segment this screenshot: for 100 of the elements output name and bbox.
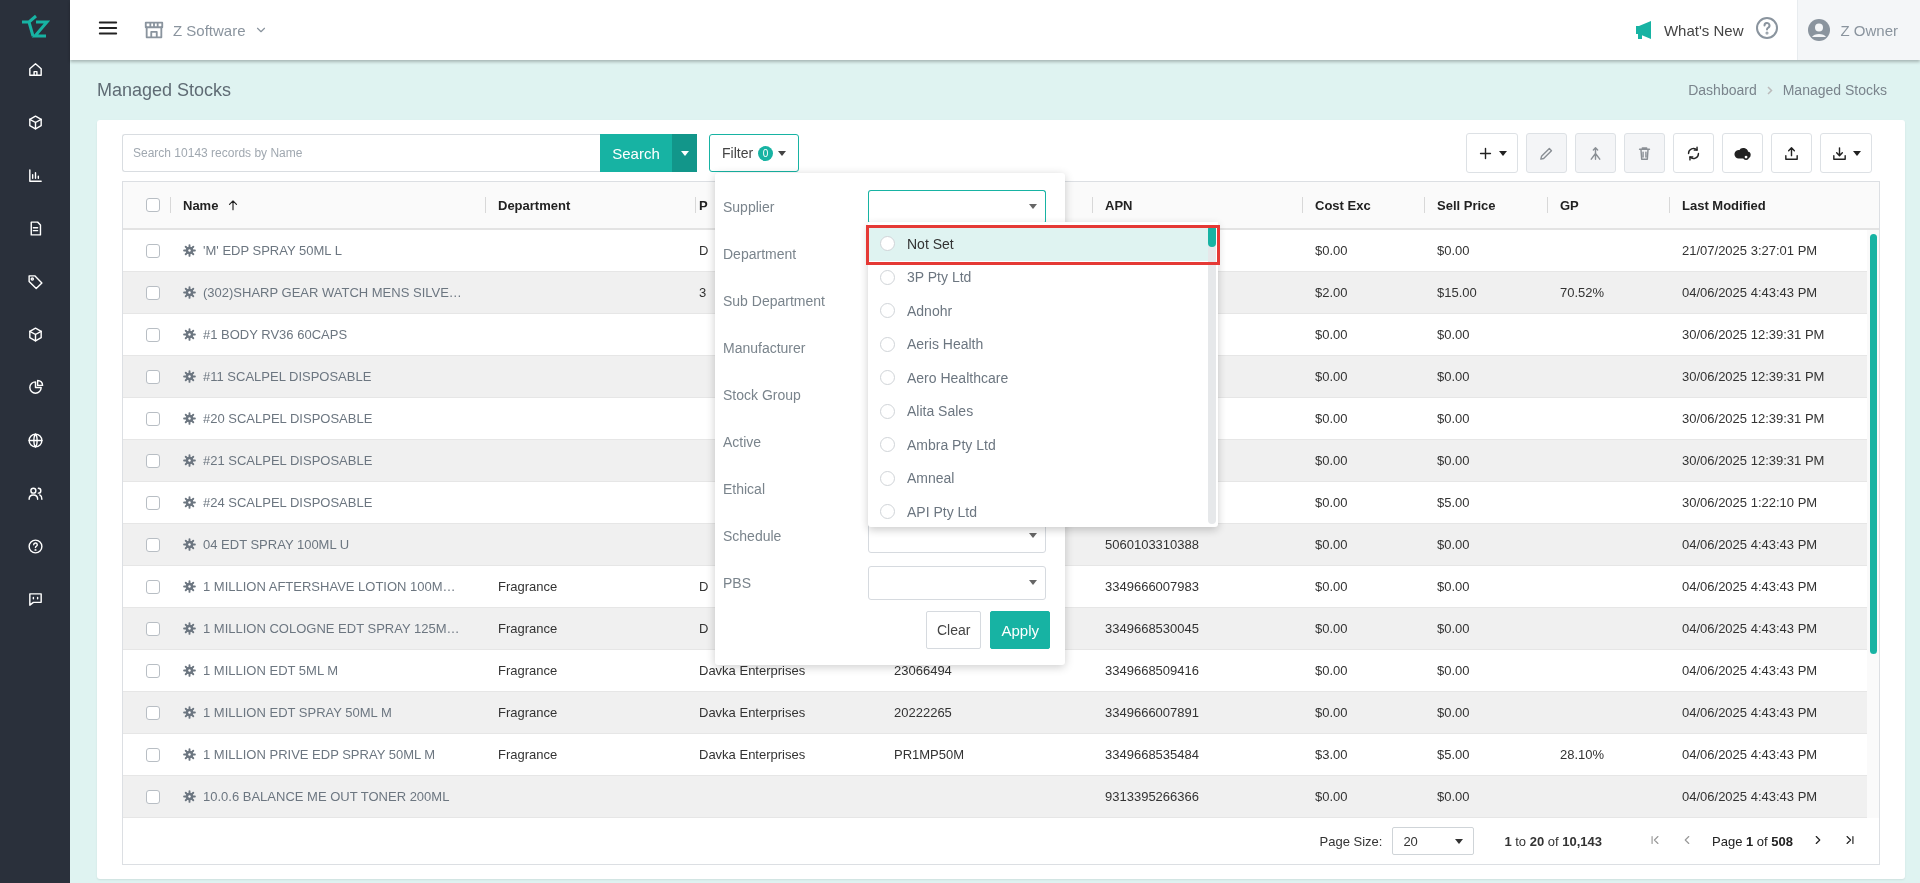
users-icon[interactable] bbox=[26, 485, 44, 502]
row-checkbox[interactable] bbox=[146, 789, 160, 804]
home-icon[interactable] bbox=[26, 61, 44, 78]
column-header[interactable]: P bbox=[699, 197, 708, 213]
product-name[interactable]: 1 MILLION PRIVE EDP SPRAY 50ML M bbox=[203, 747, 436, 762]
row-checkbox[interactable] bbox=[146, 621, 160, 636]
product-name[interactable]: #1 BODY RV36 60CAPS bbox=[203, 327, 348, 342]
plus-button[interactable] bbox=[1466, 133, 1518, 173]
row-checkbox[interactable] bbox=[146, 579, 160, 594]
gear-icon[interactable] bbox=[183, 622, 196, 635]
product-name[interactable]: 10.0.6 BALANCE ME OUT TONER 200ML bbox=[203, 789, 450, 804]
workspace-selector[interactable]: Z Software bbox=[173, 21, 246, 39]
radio-button[interactable] bbox=[880, 336, 895, 352]
dropdown-option[interactable]: Alita Sales bbox=[868, 394, 1208, 428]
radio-button[interactable] bbox=[880, 370, 895, 386]
user-menu[interactable]: Z Owner bbox=[1797, 0, 1920, 60]
bar-chart-icon[interactable] bbox=[26, 167, 44, 184]
column-header[interactable]: Department bbox=[498, 197, 571, 213]
page-size-select[interactable]: 20 bbox=[1392, 827, 1475, 855]
gear-icon[interactable] bbox=[183, 370, 196, 383]
pie-chart-icon[interactable] bbox=[26, 379, 44, 396]
whats-new-link[interactable]: What's New bbox=[1663, 21, 1744, 39]
gear-icon[interactable] bbox=[183, 286, 196, 299]
dropdown-option[interactable]: API Pty Ltd bbox=[868, 495, 1208, 529]
gear-icon[interactable] bbox=[183, 580, 196, 593]
table-cell: $15.00 bbox=[1437, 285, 1477, 300]
gear-icon[interactable] bbox=[183, 244, 196, 257]
gear-icon[interactable] bbox=[183, 454, 196, 467]
product-name[interactable]: 1 MILLION EDT SPRAY 50ML M bbox=[203, 705, 392, 720]
cube-icon[interactable] bbox=[26, 114, 44, 131]
tag-icon[interactable] bbox=[26, 273, 44, 290]
row-checkbox[interactable] bbox=[146, 537, 160, 552]
table-cell: 3 bbox=[699, 285, 707, 300]
dropdown-option[interactable]: Ambra Pty Ltd bbox=[868, 428, 1208, 462]
radio-button[interactable] bbox=[880, 269, 895, 285]
row-checkbox[interactable] bbox=[146, 747, 160, 762]
row-checkbox[interactable] bbox=[146, 663, 160, 678]
chat-icon[interactable] bbox=[26, 591, 44, 608]
dropdown-option[interactable]: Aeris Health bbox=[868, 327, 1208, 361]
row-checkbox[interactable] bbox=[146, 285, 160, 300]
dropdown-option[interactable]: Adnohr bbox=[868, 294, 1208, 328]
row-checkbox[interactable] bbox=[146, 369, 160, 384]
breadcrumb-item[interactable]: Dashboard bbox=[1688, 82, 1757, 98]
filter-select[interactable] bbox=[868, 189, 1046, 224]
gear-icon[interactable] bbox=[183, 328, 196, 341]
radio-button[interactable] bbox=[880, 303, 895, 319]
product-name[interactable]: 1 MILLION AFTERSHAVE LOTION 100M… bbox=[203, 579, 456, 594]
radio-button[interactable] bbox=[880, 403, 895, 419]
row-checkbox[interactable] bbox=[146, 495, 160, 510]
product-name[interactable]: 1 MILLION EDT 5ML M bbox=[203, 663, 339, 678]
gear-icon[interactable] bbox=[183, 538, 196, 551]
row-checkbox[interactable] bbox=[146, 327, 160, 342]
radio-button[interactable] bbox=[880, 236, 895, 252]
row-checkbox[interactable] bbox=[146, 453, 160, 468]
column-header[interactable]: GP bbox=[1560, 197, 1579, 213]
filter-button[interactable]: Filter 0 bbox=[709, 134, 800, 172]
product-name[interactable]: 'M' EDP SPRAY 50ML L bbox=[203, 243, 342, 258]
clear-button[interactable]: Clear bbox=[926, 611, 982, 649]
refresh-button[interactable] bbox=[1673, 133, 1714, 173]
dropdown-option[interactable]: Amneal bbox=[868, 461, 1208, 495]
row-checkbox[interactable] bbox=[146, 411, 160, 426]
scrollbar-thumb[interactable] bbox=[1208, 225, 1216, 247]
gear-icon[interactable] bbox=[183, 790, 196, 803]
search-field[interactable]: Search 10143 records by Name bbox=[122, 134, 600, 172]
product-name[interactable]: 1 MILLION COLOGNE EDT SPRAY 125M… bbox=[203, 621, 460, 636]
gear-icon[interactable] bbox=[183, 748, 196, 761]
logo-icon[interactable] bbox=[20, 14, 50, 40]
column-header[interactable]: Name bbox=[183, 197, 219, 213]
cube-icon[interactable] bbox=[26, 326, 44, 343]
gear-icon[interactable] bbox=[183, 496, 196, 509]
column-header[interactable]: APN bbox=[1105, 197, 1133, 213]
dropdown-option[interactable]: 3P Pty Ltd bbox=[868, 260, 1208, 294]
product-name[interactable]: #21 SCALPEL DISPOSABLE bbox=[203, 453, 373, 468]
globe-icon[interactable] bbox=[26, 432, 44, 449]
radio-button[interactable] bbox=[880, 437, 895, 453]
product-name[interactable]: #20 SCALPEL DISPOSABLE bbox=[203, 411, 373, 426]
upload-button[interactable] bbox=[1771, 133, 1812, 173]
table-cell: $0.00 bbox=[1315, 705, 1348, 720]
column-header[interactable]: Cost Exc bbox=[1315, 197, 1371, 213]
product-name[interactable]: (302)SHARP GEAR WATCH MENS SILVE… bbox=[203, 285, 462, 300]
radio-button[interactable] bbox=[880, 504, 895, 520]
gear-icon[interactable] bbox=[183, 664, 196, 677]
product-name[interactable]: #24 SCALPEL DISPOSABLE bbox=[203, 495, 373, 510]
apply-button[interactable]: Apply bbox=[990, 611, 1050, 649]
gear-icon[interactable] bbox=[183, 706, 196, 719]
search-options-button[interactable] bbox=[672, 134, 697, 172]
dropdown-option[interactable]: Aero Healthcare bbox=[868, 361, 1208, 395]
product-name[interactable]: #11 SCALPEL DISPOSABLE bbox=[203, 369, 372, 384]
search-button[interactable]: Search bbox=[600, 134, 672, 172]
radio-button[interactable] bbox=[880, 470, 895, 486]
gear-icon[interactable] bbox=[183, 412, 196, 425]
cloud-sync-button[interactable] bbox=[1722, 133, 1763, 173]
select-all-checkbox[interactable] bbox=[146, 198, 160, 212]
row-checkbox[interactable] bbox=[146, 705, 160, 720]
column-header[interactable]: Last Modified bbox=[1682, 197, 1766, 213]
scrollbar-thumb[interactable] bbox=[1869, 234, 1877, 654]
row-checkbox[interactable] bbox=[146, 243, 160, 258]
download-button[interactable] bbox=[1820, 133, 1872, 173]
product-name[interactable]: 04 EDT SPRAY 100ML U bbox=[203, 537, 350, 552]
column-header[interactable]: Sell Price bbox=[1437, 197, 1496, 213]
